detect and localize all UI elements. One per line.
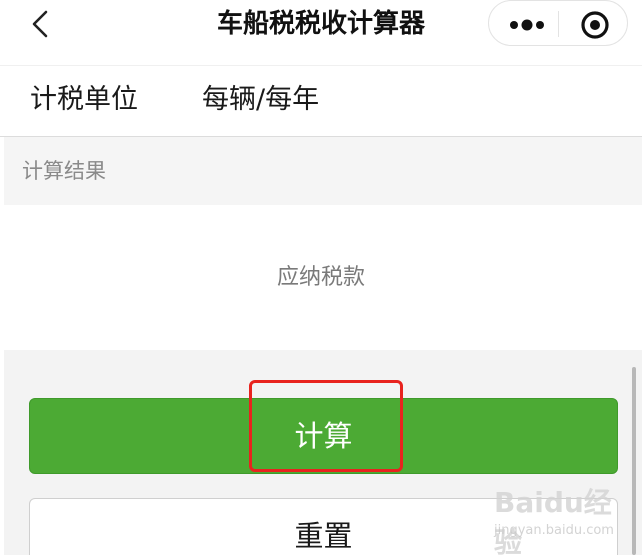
chevron-left-icon bbox=[32, 10, 48, 38]
navigation-bar: 车船税税收计算器 bbox=[0, 0, 642, 66]
back-button[interactable] bbox=[22, 6, 58, 42]
scrollbar[interactable] bbox=[632, 367, 636, 555]
result-panel: 应纳税款 bbox=[0, 205, 642, 350]
capsule-divider bbox=[558, 11, 559, 37]
calculate-button[interactable]: 计算 bbox=[29, 398, 618, 474]
result-section-title: 计算结果 bbox=[22, 159, 106, 183]
action-section: 计算 重置 bbox=[4, 350, 642, 555]
reset-button[interactable]: 重置 bbox=[29, 498, 618, 555]
capsule-menu bbox=[488, 0, 628, 46]
tax-unit-label: 计税单位 bbox=[30, 84, 138, 115]
more-button[interactable] bbox=[499, 5, 555, 41]
mini-program-page: 车船税税收计算器 计税单位 每辆/每年 计算结果 应纳税款 计算 重置 Baid… bbox=[0, 0, 642, 555]
payable-tax-label: 应纳税款 bbox=[276, 265, 365, 290]
more-dots-icon bbox=[510, 19, 544, 31]
close-mini-program-button[interactable] bbox=[571, 5, 615, 41]
target-close-icon bbox=[581, 11, 609, 39]
tax-unit-row: 计税单位 每辆/每年 bbox=[0, 66, 642, 136]
result-section-header: 计算结果 bbox=[4, 137, 642, 205]
tax-unit-value: 每辆/每年 bbox=[202, 84, 320, 115]
page-title: 车船税税收计算器 bbox=[216, 9, 425, 39]
